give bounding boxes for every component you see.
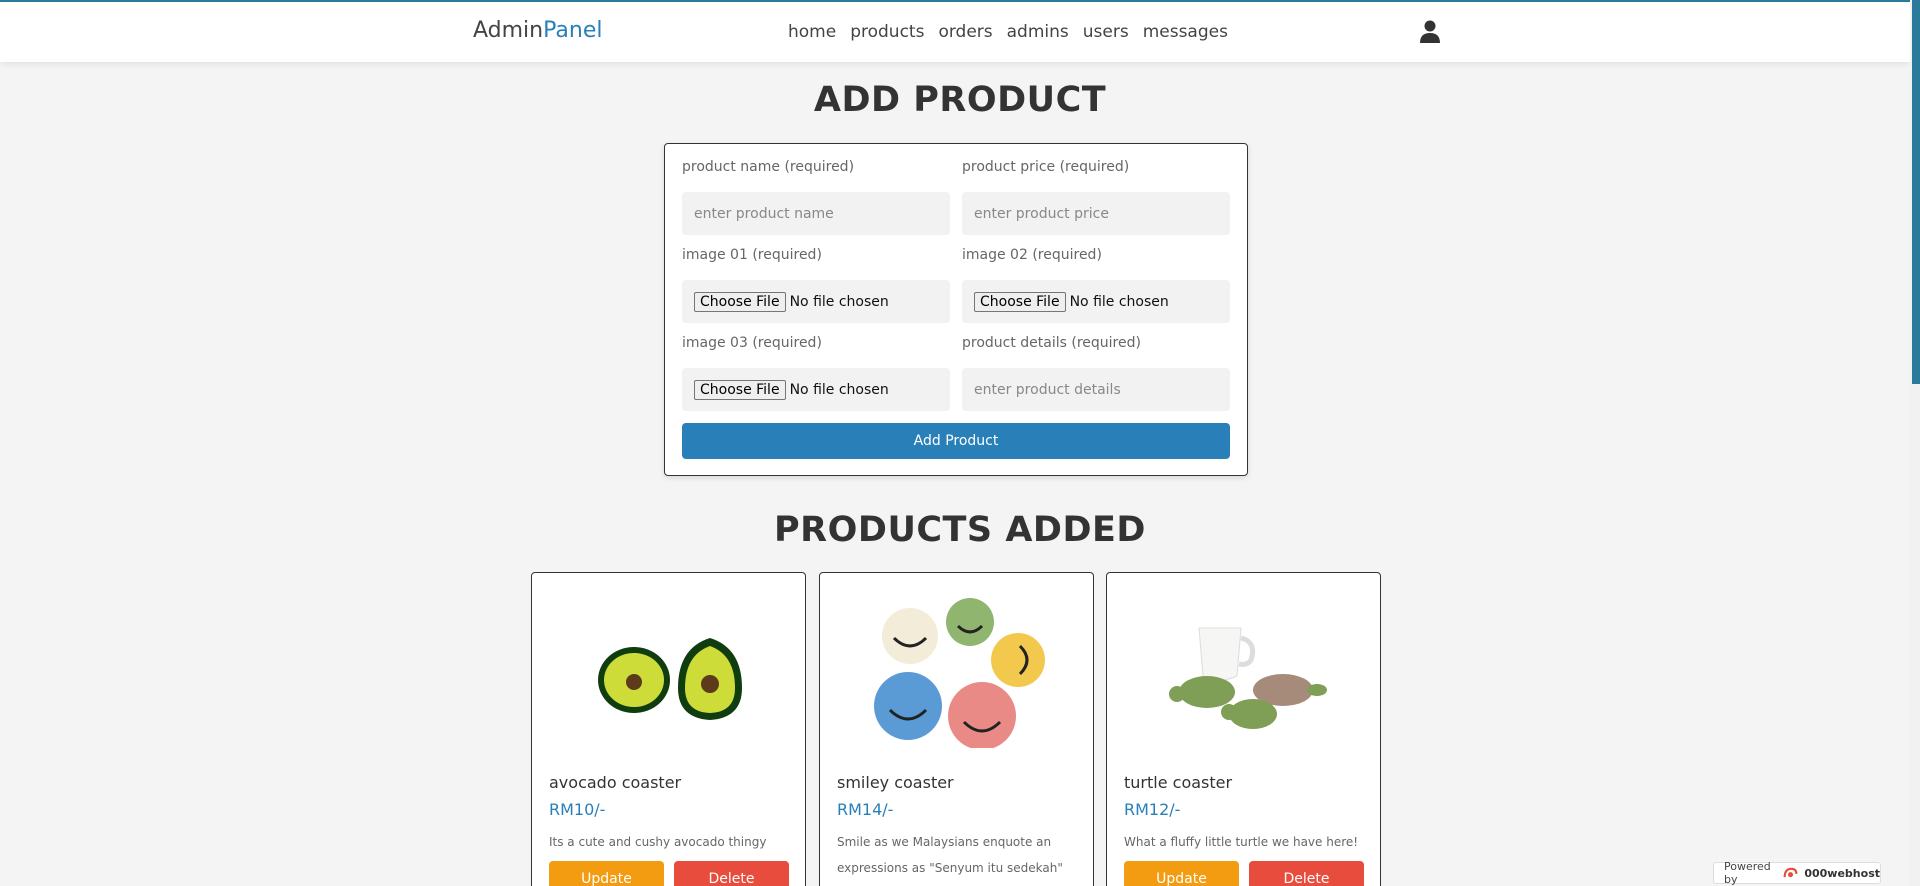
product-name-label: product name (required): [682, 159, 855, 175]
logo[interactable]: AdminPanel: [473, 18, 602, 43]
update-button[interactable]: Update: [549, 861, 664, 886]
main-nav: home products orders admins users messag…: [788, 22, 1228, 42]
webhost-brand: 000webhost: [1804, 866, 1880, 880]
choose-file-button[interactable]: Choose File: [974, 291, 1066, 312]
nav-admins[interactable]: admins: [1007, 22, 1069, 42]
delete-button[interactable]: Delete: [1249, 861, 1364, 886]
image2-file-input[interactable]: Choose File No file chosen: [962, 280, 1230, 323]
image3-file-input[interactable]: Choose File No file chosen: [682, 368, 950, 411]
product-image: [874, 598, 1045, 748]
update-button[interactable]: Update: [1124, 861, 1239, 886]
product-image: [1169, 627, 1327, 729]
product-name: avocado coaster: [549, 773, 682, 792]
image1-file-input[interactable]: Choose File No file chosen: [682, 280, 950, 323]
product-name: turtle coaster: [1124, 773, 1233, 792]
product-name: smiley coaster: [837, 773, 954, 792]
user-icon[interactable]: [1420, 20, 1440, 44]
product-card: avocado coaster RM10/- Its a cute and cu…: [531, 572, 806, 886]
product-image: [598, 638, 742, 720]
top-header: AdminPanel home products orders admins u…: [0, 0, 1910, 62]
product-details-input[interactable]: enter product details: [962, 368, 1230, 411]
nav-users[interactable]: users: [1083, 22, 1129, 42]
products-added-title: PRODUCTS ADDED: [774, 510, 1146, 550]
scrollbar[interactable]: [1910, 0, 1920, 886]
image3-label: image 03 (required): [682, 335, 822, 351]
no-file-text: No file chosen: [789, 293, 889, 310]
add-product-button[interactable]: Add Product: [682, 423, 1230, 459]
product-price: RM12/-: [1124, 800, 1181, 819]
no-file-text: No file chosen: [1069, 293, 1169, 310]
image1-label: image 01 (required): [682, 247, 822, 263]
product-price-input[interactable]: enter product price: [962, 192, 1230, 235]
image2-label: image 02 (required): [962, 247, 1102, 263]
add-product-form: product name (required) product price (r…: [664, 143, 1248, 476]
product-card: turtle coaster RM12/- What a fluffy litt…: [1106, 572, 1381, 886]
nav-orders[interactable]: orders: [938, 22, 992, 42]
logo-accent: Panel: [543, 18, 603, 43]
webhost-logo-icon: [1783, 867, 1798, 878]
nav-products[interactable]: products: [850, 22, 924, 42]
product-price: RM10/-: [549, 800, 606, 819]
add-product-title: ADD PRODUCT: [813, 80, 1107, 120]
choose-file-button[interactable]: Choose File: [694, 291, 786, 312]
powered-by-text: Powered by: [1724, 860, 1771, 886]
product-price: RM14/-: [837, 800, 894, 819]
product-name-input[interactable]: enter product name: [682, 192, 950, 235]
nav-home[interactable]: home: [788, 22, 836, 42]
powered-by-badge[interactable]: Powered by 000webhost: [1713, 860, 1881, 886]
product-description: Smile as we Malaysians enquote an expres…: [837, 835, 1063, 875]
product-details-label: product details (required): [962, 335, 1141, 351]
product-card: smiley coaster RM14/- Smile as we Malays…: [819, 572, 1094, 886]
choose-file-button[interactable]: Choose File: [694, 379, 786, 400]
delete-button[interactable]: Delete: [674, 861, 789, 886]
scrollbar-thumb[interactable]: [1912, 0, 1920, 384]
product-description: What a fluffy little turtle we have here…: [1124, 835, 1359, 849]
no-file-text: No file chosen: [789, 381, 889, 398]
product-price-label: product price (required): [962, 159, 1130, 175]
logo-main: Admin: [473, 18, 544, 43]
nav-messages[interactable]: messages: [1143, 22, 1228, 42]
product-description: Its a cute and cushy avocado thingy: [549, 835, 767, 849]
